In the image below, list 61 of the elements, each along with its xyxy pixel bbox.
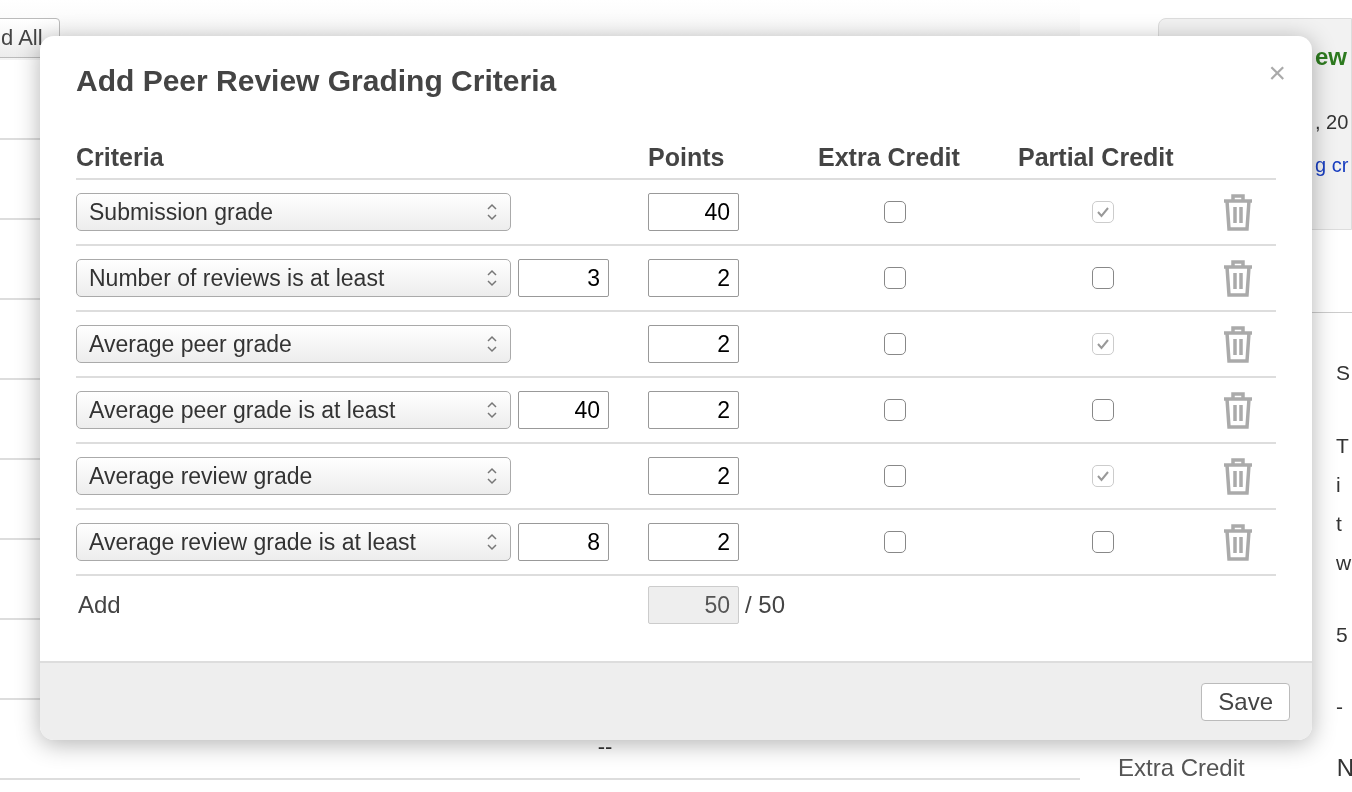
chevron-icon [486, 532, 498, 552]
chevron-icon [486, 268, 498, 288]
criteria-select[interactable]: Submission grade [76, 193, 511, 231]
column-header: Partial Credit [1018, 142, 1174, 172]
extra-credit-checkbox[interactable] [884, 531, 906, 553]
points-field[interactable]: 2 [648, 259, 739, 297]
partial-credit-checkbox[interactable] [1092, 267, 1114, 289]
trash-icon[interactable] [1222, 457, 1254, 495]
partial-credit-checkbox[interactable] [1092, 531, 1114, 553]
field-value: N [1336, 754, 1352, 782]
chevron-icon [486, 466, 498, 486]
card-link[interactable]: g cr [1315, 154, 1349, 177]
points-field[interactable]: 2 [648, 325, 739, 363]
text-fragment: T [1336, 433, 1350, 459]
threshold-field[interactable]: 40 [518, 391, 609, 429]
chevron-icon [486, 334, 498, 354]
text-fragment: - [1336, 694, 1344, 720]
partial-credit-checkbox[interactable] [1092, 399, 1114, 421]
dialog-title: Add Peer Review Grading Criteria [76, 64, 557, 98]
text-fragment: S [1336, 360, 1351, 386]
field-label: Extra Credit [1118, 754, 1245, 782]
check-icon [1096, 206, 1110, 218]
text-fragment: w [1336, 550, 1352, 576]
table-cell: -- [597, 734, 613, 760]
extra-credit-checkbox[interactable] [884, 465, 906, 487]
text-fragment: 5 [1336, 622, 1349, 648]
criteria-select[interactable]: Average review grade is at least [76, 523, 511, 561]
threshold-field[interactable]: 3 [518, 259, 609, 297]
column-header: Criteria [76, 142, 164, 172]
criteria-select[interactable]: Average review grade [76, 457, 511, 495]
points-field[interactable]: 2 [648, 457, 739, 495]
chevron-icon [486, 400, 498, 420]
column-header: Points [648, 142, 725, 172]
chevron-icon [486, 202, 498, 222]
criteria-select[interactable]: Average peer grade is at least [76, 391, 511, 429]
card-heading: ew [1315, 43, 1347, 71]
points-field[interactable]: 2 [648, 391, 739, 429]
check-icon [1096, 470, 1110, 482]
save-button[interactable]: Save [1201, 682, 1290, 721]
check-icon [1096, 338, 1110, 350]
points-field[interactable]: 40 [648, 193, 739, 231]
card-date: , 20 [1315, 111, 1349, 134]
trash-icon[interactable] [1222, 193, 1254, 231]
trash-icon[interactable] [1222, 259, 1254, 297]
add-link[interactable]: Add [76, 591, 648, 619]
trash-icon[interactable] [1222, 325, 1254, 363]
max-points: / 50 [745, 591, 786, 619]
extra-credit-checkbox[interactable] [884, 333, 906, 355]
text-fragment: t [1336, 511, 1343, 537]
trash-icon[interactable] [1222, 391, 1254, 429]
extra-credit-checkbox[interactable] [884, 399, 906, 421]
criteria-select[interactable]: Average peer grade [76, 325, 511, 363]
threshold-field[interactable]: 8 [518, 523, 609, 561]
extra-credit-checkbox[interactable] [884, 267, 906, 289]
text-fragment: i [1336, 472, 1342, 498]
extra-credit-checkbox[interactable] [884, 201, 906, 223]
total-points-field[interactable]: 50 [648, 586, 739, 624]
column-header: Extra Credit [818, 142, 960, 172]
trash-icon[interactable] [1222, 523, 1254, 561]
criteria-select[interactable]: Number of reviews is at least [76, 259, 511, 297]
points-field[interactable]: 2 [648, 523, 739, 561]
